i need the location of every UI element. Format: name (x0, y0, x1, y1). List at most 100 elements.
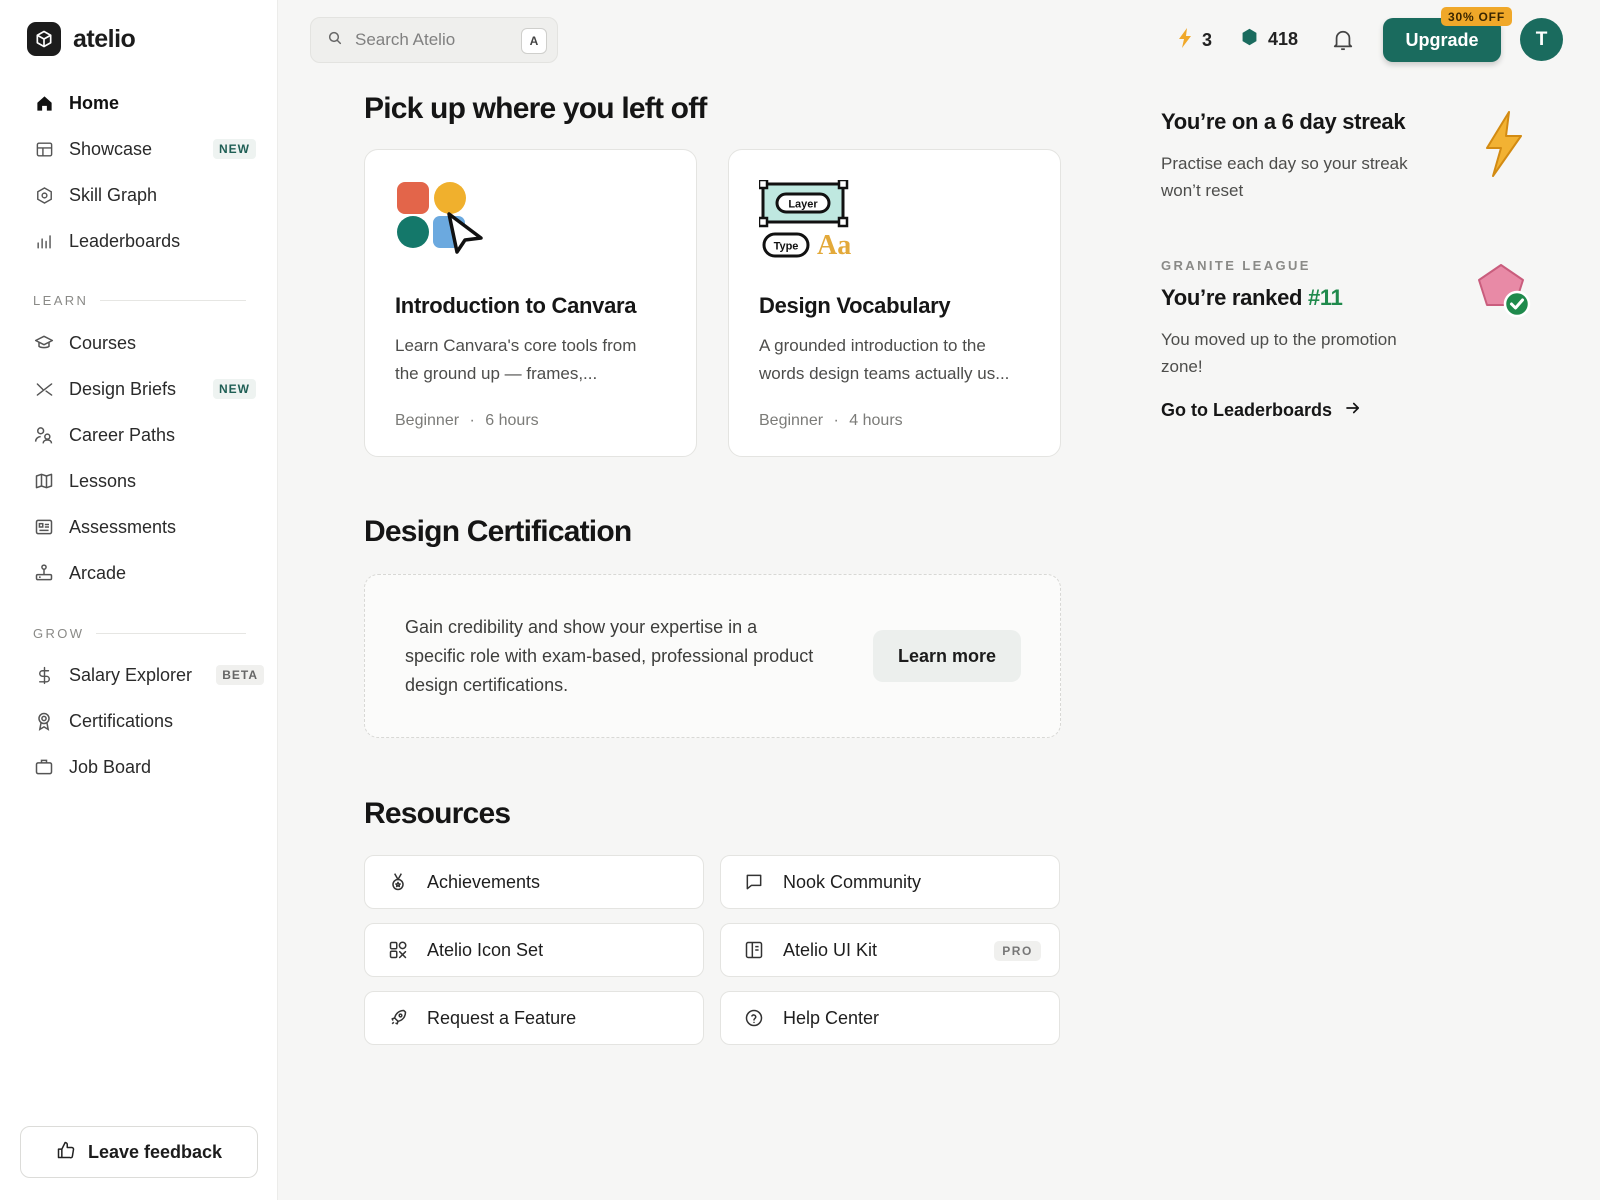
course-duration: 6 hours (485, 412, 539, 429)
course-level: Beginner (759, 412, 824, 429)
gem-hexagon-icon (1241, 28, 1258, 51)
resource-label: Achievements (427, 871, 541, 892)
layer-type-illustration-icon: Layer Type Aa (757, 178, 859, 264)
course-meta: Beginner · 6 hours (395, 412, 539, 430)
streak-counter[interactable]: 3 (1178, 28, 1212, 53)
rank-title: You’re ranked #11 (1161, 285, 1343, 311)
course-description: A grounded introduction to the words des… (759, 332, 1039, 388)
new-badge: NEW (213, 139, 256, 159)
course-title: Design Vocabulary (759, 293, 951, 318)
type-label: Type (774, 241, 799, 253)
course-level: Beginner (395, 412, 460, 429)
course-description: Learn Canvara's core tools from the grou… (395, 332, 675, 388)
streak-description-line: Practise each day so your streak (1161, 154, 1408, 173)
rank-description: You moved up to the promotion zone! (1161, 326, 1441, 380)
course-card-design-vocabulary[interactable]: Layer Type Aa Design Vocabulary A ground… (728, 149, 1061, 457)
certification-text-line: Gain credibility and show your expertise… (405, 617, 758, 637)
sidebar-item-label: Design Briefs (69, 378, 177, 399)
gems-counter[interactable]: 418 (1241, 28, 1298, 51)
new-badge: NEW (213, 379, 256, 399)
streak-title: You’re on a 6 day streak (1161, 109, 1406, 134)
certification-text-line: specific role with exam-based, professio… (405, 646, 814, 666)
resource-atelio-ui-kit[interactable]: Atelio UI Kit PRO (720, 923, 1060, 977)
sidebar-item-label: Assessments (69, 516, 177, 537)
search-shortcut-key: A (521, 28, 547, 54)
sidebar-item-home[interactable]: Home (20, 83, 256, 123)
graduation-cap-icon (34, 333, 54, 353)
sidebar-item-salary-explorer[interactable]: Salary Explorer BETA (20, 655, 264, 695)
resource-atelio-icon-set[interactable]: Atelio Icon Set (364, 923, 704, 977)
learn-more-button[interactable]: Learn more (873, 630, 1021, 682)
sidebar-item-courses[interactable]: Courses (20, 323, 256, 363)
app-name: atelio (73, 24, 136, 53)
continue-section-title: Pick up where you left off (364, 92, 707, 125)
sidebar-item-leaderboards[interactable]: Leaderboards (20, 221, 256, 261)
sidebar-item-job-board[interactable]: Job Board (20, 747, 256, 787)
pro-badge: PRO (994, 941, 1041, 961)
section-divider (96, 633, 246, 634)
sidebar: atelio Home Showcase NEW Skill Graph Lea… (0, 0, 278, 1200)
link-label: Go to Leaderboards (1161, 400, 1333, 420)
section-label-learn: LEARN (33, 293, 89, 308)
dollar-icon (34, 665, 54, 685)
sidebar-item-label: Certifications (69, 710, 174, 731)
resource-nook-community[interactable]: Nook Community (720, 855, 1060, 909)
resource-label: Request a Feature (427, 1007, 577, 1028)
resource-help-center[interactable]: Help Center (720, 991, 1060, 1045)
go-to-leaderboards-link[interactable]: Go to Leaderboards (1161, 399, 1362, 422)
course-duration: 4 hours (849, 412, 903, 429)
sidebar-item-career-paths[interactable]: Career Paths (20, 415, 256, 455)
user-avatar[interactable]: T (1520, 18, 1563, 61)
sidebar-item-label: Career Paths (69, 424, 176, 445)
leave-feedback-button[interactable]: Leave feedback (20, 1126, 258, 1178)
rank-prefix: You’re ranked (1161, 285, 1308, 310)
streak-description: Practise each day so your streak won’t r… (1161, 150, 1441, 204)
logo-cube-icon (27, 22, 61, 56)
book-icon (743, 939, 765, 961)
streak-description-line: won’t reset (1161, 181, 1244, 200)
sidebar-item-assessments[interactable]: Assessments (20, 507, 256, 547)
section-label-grow: GROW (33, 626, 85, 641)
sidebar-item-label: Arcade (69, 562, 127, 583)
help-circle-icon (743, 1007, 765, 1029)
rank-description-line: You moved up to the promotion (1161, 330, 1397, 349)
resources-section-title: Resources (364, 797, 511, 830)
sidebar-item-label: Job Board (69, 756, 152, 777)
course-card-intro-canvara[interactable]: Introduction to Canvara Learn Canvara's … (364, 149, 697, 457)
course-description-line: words design teams actually us... (759, 364, 1010, 383)
resource-achievements[interactable]: Achievements (364, 855, 704, 909)
arrow-right-icon (1344, 399, 1362, 422)
sidebar-item-label: Leaderboards (69, 230, 181, 251)
award-icon (34, 711, 54, 731)
sidebar-item-lessons[interactable]: Lessons (20, 461, 256, 501)
lightning-icon (1178, 28, 1192, 53)
lightning-bolt-icon (1482, 110, 1524, 183)
resource-label: Nook Community (783, 871, 922, 892)
sidebar-item-skill-graph[interactable]: Skill Graph (20, 175, 256, 215)
shapes-cursor-illustration-icon (395, 180, 495, 264)
certification-description: Gain credibility and show your expertise… (405, 613, 845, 700)
sidebar-item-design-briefs[interactable]: Design Briefs NEW (20, 369, 256, 409)
hexagon-icon (34, 185, 54, 205)
sidebar-item-arcade[interactable]: Arcade (20, 553, 256, 593)
sidebar-item-label: Salary Explorer (69, 664, 193, 685)
search-icon (327, 30, 343, 51)
notifications-bell-icon[interactable] (1332, 28, 1354, 52)
home-icon (34, 93, 54, 113)
search-input[interactable] (355, 30, 515, 50)
resource-label: Atelio Icon Set (427, 939, 544, 960)
meta-separator: · (833, 412, 839, 429)
course-meta: Beginner · 4 hours (759, 412, 903, 430)
resource-request-feature[interactable]: Request a Feature (364, 991, 704, 1045)
shuffle-icon (34, 379, 54, 399)
sidebar-item-showcase[interactable]: Showcase NEW (20, 129, 256, 169)
section-divider (100, 300, 246, 301)
aa-glyph: Aa (817, 230, 851, 261)
course-description-line: Learn Canvara's core tools from (395, 336, 637, 355)
sidebar-item-label: Home (69, 92, 120, 113)
rocket-icon (387, 1007, 409, 1029)
search-bar[interactable]: A (310, 17, 558, 63)
sidebar-item-certifications[interactable]: Certifications (20, 701, 256, 741)
app-logo[interactable]: atelio (27, 22, 136, 56)
rank-number: #11 (1308, 285, 1343, 310)
